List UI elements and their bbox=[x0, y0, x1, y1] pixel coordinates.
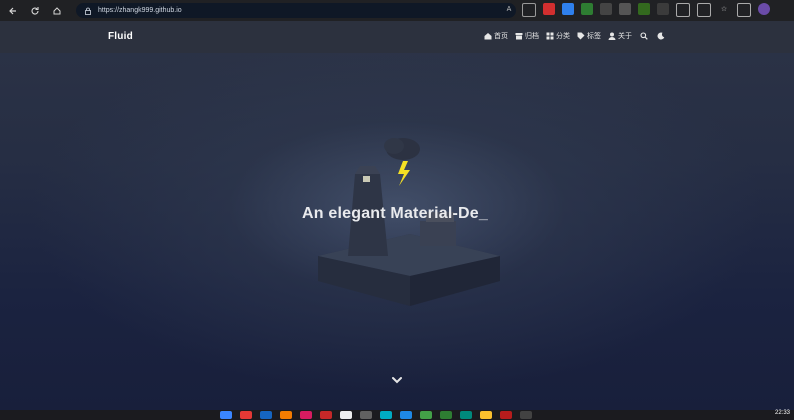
app-blue2-icon[interactable] bbox=[400, 411, 412, 419]
start-icon[interactable] bbox=[220, 411, 232, 419]
browser-toolbar: https://zhangk999.github.io A ☆ bbox=[0, 0, 794, 22]
refresh-button[interactable] bbox=[26, 2, 44, 20]
favorites-icon[interactable]: ☆ bbox=[718, 3, 730, 15]
arrow-left-icon bbox=[9, 7, 16, 14]
lock-icon bbox=[85, 7, 91, 15]
nav-item-categories[interactable]: 分类 bbox=[546, 31, 570, 41]
home-button[interactable] bbox=[48, 2, 66, 20]
moon-icon bbox=[657, 32, 665, 40]
brand-logo[interactable]: Fluid bbox=[108, 31, 133, 42]
nav-menu: 首页 归档 分类 标签 关于 bbox=[484, 31, 666, 41]
extension-mountain-icon[interactable] bbox=[619, 3, 631, 15]
nav-item-tags[interactable]: 标签 bbox=[577, 31, 601, 41]
search-icon bbox=[640, 32, 648, 40]
dark-mode-toggle[interactable] bbox=[656, 31, 666, 41]
app-red3-icon[interactable] bbox=[500, 411, 512, 419]
back-button[interactable] bbox=[4, 2, 22, 20]
app-white-icon[interactable] bbox=[340, 411, 352, 419]
user-icon bbox=[608, 32, 616, 40]
os-taskbar: 22:33 bbox=[0, 410, 794, 420]
lightning-bolt bbox=[398, 161, 410, 186]
scroll-down-arrow-icon[interactable] bbox=[391, 374, 403, 386]
app-green-icon[interactable] bbox=[420, 411, 432, 419]
favorites-add-icon[interactable] bbox=[522, 3, 536, 17]
extension-cube-icon[interactable] bbox=[657, 3, 669, 15]
extension-blue-icon[interactable] bbox=[562, 3, 574, 15]
nav-item-label: 分类 bbox=[556, 33, 570, 40]
site-page: Fluid 首页 归档 分类 标签 关于 An elegant Material… bbox=[0, 21, 794, 410]
nav-item-label: 归档 bbox=[525, 33, 539, 40]
split-screen-icon[interactable] bbox=[697, 3, 711, 17]
app-dark-icon[interactable] bbox=[520, 411, 532, 419]
nav-item-label: 首页 bbox=[494, 33, 508, 40]
nav-item-about[interactable]: 关于 bbox=[608, 31, 632, 41]
url-text: https://zhangk999.github.io bbox=[98, 7, 182, 14]
extensions-bar: A ☆ bbox=[503, 3, 770, 17]
collections-icon[interactable] bbox=[737, 3, 751, 17]
extensions-icon[interactable] bbox=[676, 3, 690, 17]
hero-typed-title: An elegant Material-De_ bbox=[302, 205, 488, 222]
app-red2-icon[interactable] bbox=[320, 411, 332, 419]
read-aloud-icon[interactable]: A bbox=[503, 3, 515, 15]
taskbar-clock[interactable]: 22:33 bbox=[775, 410, 790, 416]
app-red-icon[interactable] bbox=[240, 411, 252, 419]
refresh-icon bbox=[31, 6, 39, 15]
nav-item-home[interactable]: 首页 bbox=[484, 31, 508, 41]
app-gray-icon[interactable] bbox=[360, 411, 372, 419]
app-cyan-icon[interactable] bbox=[380, 411, 392, 419]
taskbar-apps bbox=[220, 411, 532, 419]
app-pink-icon[interactable] bbox=[300, 411, 312, 419]
home-icon bbox=[53, 6, 61, 14]
nav-item-label: 关于 bbox=[618, 33, 632, 40]
extension-green-icon[interactable] bbox=[638, 3, 650, 15]
app-teal-icon[interactable] bbox=[460, 411, 472, 419]
app-folder-icon[interactable] bbox=[480, 411, 492, 419]
extension-shield-icon[interactable] bbox=[581, 3, 593, 15]
app-orange-icon[interactable] bbox=[280, 411, 292, 419]
extension-dark-icon[interactable] bbox=[600, 3, 612, 15]
search-button[interactable] bbox=[639, 31, 649, 41]
home-icon bbox=[484, 33, 492, 40]
app-green2-icon[interactable] bbox=[440, 411, 452, 419]
grid-icon bbox=[546, 32, 554, 40]
nav-item-label: 标签 bbox=[587, 33, 601, 40]
archive-icon bbox=[515, 33, 523, 40]
profile-avatar[interactable] bbox=[758, 3, 770, 15]
app-blue-icon[interactable] bbox=[260, 411, 272, 419]
address-bar[interactable]: https://zhangk999.github.io bbox=[76, 3, 516, 18]
site-navbar: Fluid 首页 归档 分类 标签 关于 bbox=[0, 21, 794, 53]
tag-icon bbox=[577, 32, 585, 40]
nav-item-archive[interactable]: 归档 bbox=[515, 31, 539, 41]
extension-red-icon[interactable] bbox=[543, 3, 555, 15]
